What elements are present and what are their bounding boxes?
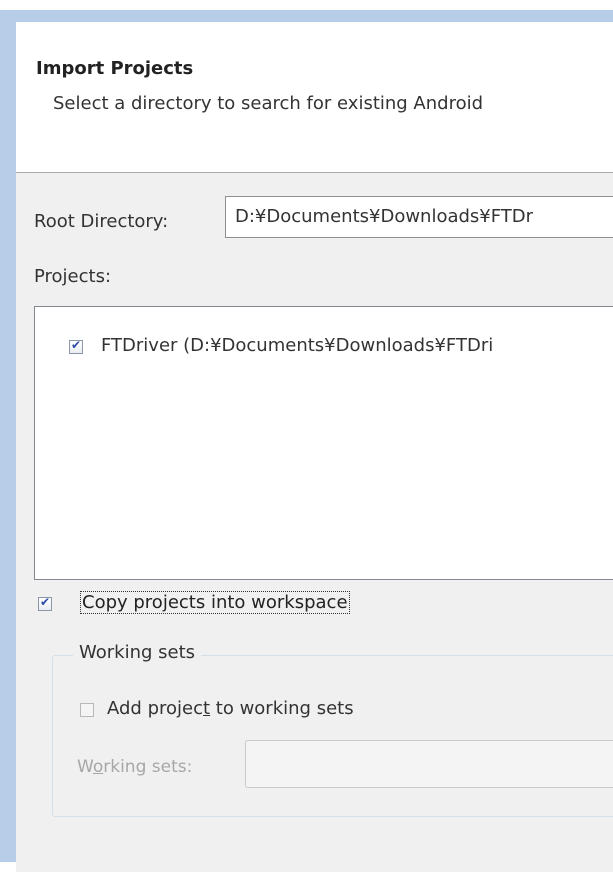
working-sets-field-label: Working sets: xyxy=(77,757,192,777)
working-sets-group xyxy=(52,655,613,817)
dialog-title: Import Projects xyxy=(36,58,194,79)
working-sets-combo[interactable] xyxy=(245,740,613,788)
add-label-part: Add projec xyxy=(107,698,203,719)
root-directory-input[interactable]: D:¥Documents¥Downloads¥FTDr xyxy=(225,196,613,238)
top-strip xyxy=(0,0,613,10)
add-label-mnemonic: t xyxy=(203,698,211,719)
root-directory-label: Root Directory: xyxy=(34,211,169,232)
projects-label: Projects: xyxy=(34,266,112,287)
dialog-subtitle: Select a directory to search for existin… xyxy=(53,93,484,114)
add-to-working-sets-checkbox[interactable] xyxy=(80,703,94,717)
ws-label-part: rking sets: xyxy=(103,757,193,777)
window-frame: Import Projects Select a directory to se… xyxy=(0,10,613,872)
import-projects-dialog: Import Projects Select a directory to se… xyxy=(16,22,613,872)
projects-list[interactable]: FTDriver (D:¥Documents¥Downloads¥FTDri xyxy=(34,306,613,580)
dialog-header: Import Projects Select a directory to se… xyxy=(16,22,613,173)
add-label-part: to working sets xyxy=(210,698,354,719)
project-item-label[interactable]: FTDriver (D:¥Documents¥Downloads¥FTDri xyxy=(101,335,493,356)
ws-label-mnemonic: o xyxy=(92,757,104,777)
add-to-working-sets-label[interactable]: Add project to working sets xyxy=(107,698,354,719)
copy-projects-checkbox[interactable] xyxy=(38,595,52,611)
copy-projects-label[interactable]: Copy projects into workspace xyxy=(80,591,350,614)
ws-label-part: W xyxy=(77,757,93,777)
working-sets-legend: Working sets xyxy=(73,642,202,663)
project-checkbox[interactable] xyxy=(69,338,83,354)
